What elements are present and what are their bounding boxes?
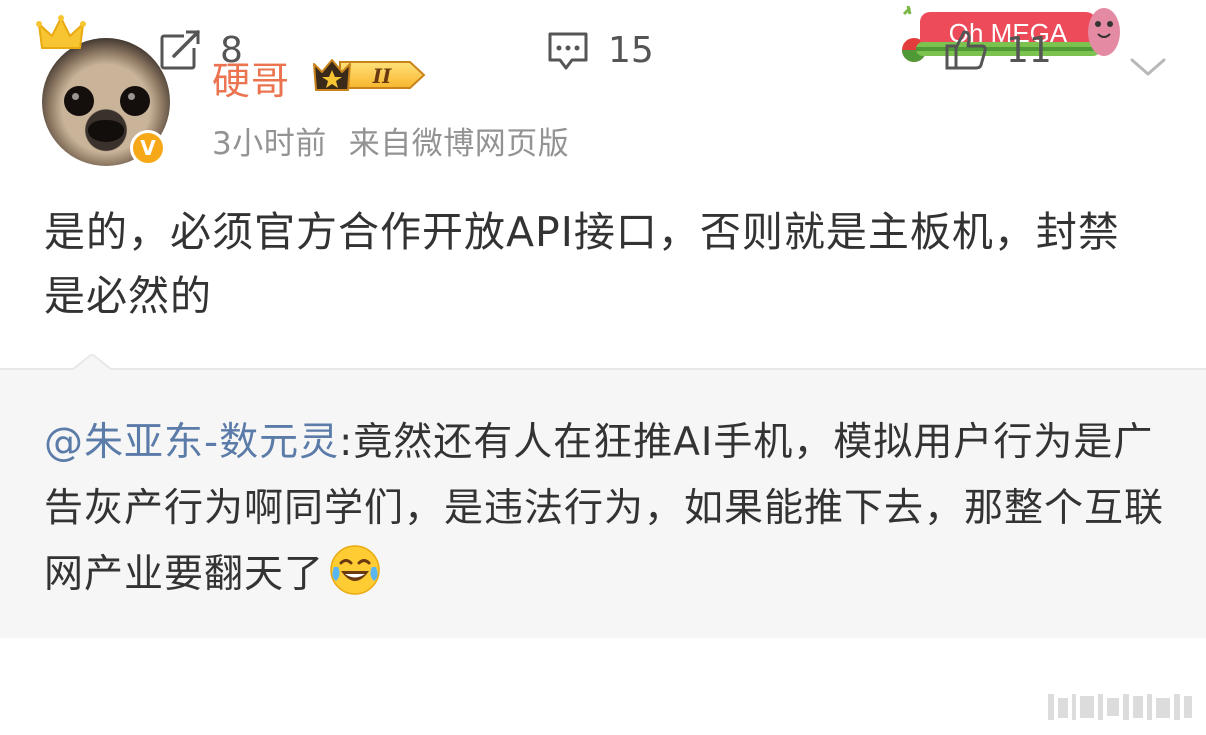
repost-content: @朱亚东-数元灵:竟然还有人在狂推AI手机，模拟用户行为是广告灰产行为啊同学们，… [44,410,1174,608]
crown-icon [36,15,86,49]
avatar-eye [64,86,94,116]
verified-badge: V [130,130,166,166]
repost-button[interactable]: 8 [158,28,243,72]
comment-button[interactable]: 15 [546,28,654,72]
laugh-cry-emoji-icon [330,545,380,595]
chevron-down-icon[interactable] [1128,54,1168,80]
post-time: 3小时前 [212,126,327,162]
member-level-text: II [372,64,392,88]
comment-count: 15 [608,29,654,71]
share-icon [160,30,202,70]
post-content: 是的，必须官方合作开放API接口，否则就是主板机，封禁是必然的 [44,208,1120,320]
avatar-eye [120,86,150,116]
watermark-bars [1048,694,1192,720]
like-button[interactable]: 11 [944,28,1052,72]
repost-pointer [72,354,112,370]
comment-icon [548,32,588,70]
post-source[interactable]: 来自微博网页版 [349,126,570,162]
member-level-badge: II [313,59,426,91]
repost-count: 8 [220,29,243,71]
avatar-nose [88,120,124,142]
thumbs-up-icon [945,30,987,70]
like-count: 11 [1006,29,1052,71]
mention-link[interactable]: @朱亚东-数元灵 [44,420,339,465]
post-meta: 3小时前 来自微博网页版 [212,118,591,163]
